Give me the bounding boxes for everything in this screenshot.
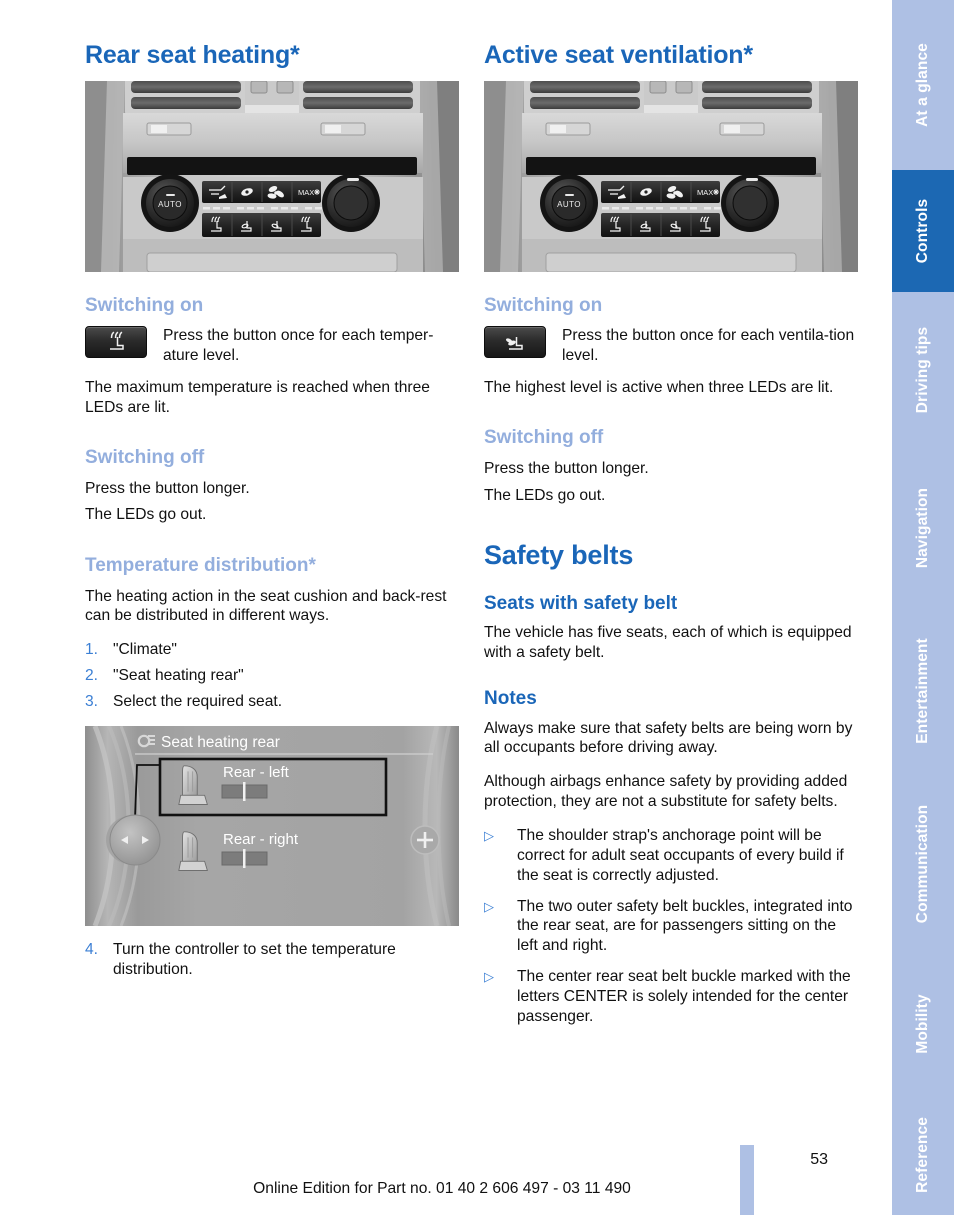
seat-heating-button-icon (85, 326, 147, 359)
list-item: 3. Select the required seat. (85, 692, 459, 712)
tab-label: Communication (914, 804, 931, 924)
switching-off-line2-left: The LEDs go out. (85, 506, 207, 524)
svg-text:AUTO: AUTO (557, 200, 581, 209)
idrive-item-label-2: Rear - right (223, 831, 299, 848)
notes-paragraph-1: Always make sure that safety belts are b… (484, 719, 853, 757)
footer-edition-note: Online Edition for Part no. 01 40 2 606 … (253, 1180, 631, 1197)
switching-off-line2-right: The LEDs go out. (484, 486, 606, 504)
seats-with-safety-belt-body: The vehicle has five seats, each of whic… (484, 624, 852, 662)
step-text: "Seat heating rear" (113, 667, 244, 684)
switching-on-icon-row-right: Press the button once for each ventila-t… (484, 326, 858, 365)
svg-text:AUTO: AUTO (158, 200, 182, 209)
triangle-bullet-icon: ▷ (484, 828, 494, 844)
tab-label: Controls (914, 198, 931, 264)
list-item: 4. Turn the controller to set the temper… (85, 940, 459, 980)
idrive-screen-illustration: Seat heating rear Rear - left Rear - rig… (85, 725, 459, 926)
idrive-item-label-1: Rear - left (223, 764, 290, 781)
switching-off-line1-right: Press the button longer. (484, 459, 649, 477)
page-number: 53 (810, 1151, 828, 1168)
step-number: 4. (85, 940, 99, 958)
tab-label: Driving tips (914, 326, 931, 414)
seat-ventilation-button-icon (484, 326, 546, 359)
tab-label: At a glance (914, 43, 931, 127)
step-number: 1. (85, 641, 99, 659)
page-title-rear-seat-heating: Rear seat heating* (85, 41, 300, 69)
temperature-distribution-steps-continued: 4. Turn the controller to set the temper… (85, 940, 459, 980)
heading-switching-on-left: Switching on (85, 295, 204, 317)
switching-on-icon-text-right: Press the button once for each ventila-t… (562, 327, 855, 364)
tab-controls[interactable]: Controls (885, 170, 954, 292)
step-text: Select the required seat. (113, 692, 283, 710)
figure-idrive-seat-heating-rear: Seat heating rear Rear - left Rear - rig… (85, 725, 459, 926)
climate-console-illustration: AUTO MAX (85, 81, 459, 273)
heading-switching-off-left: Switching off (85, 446, 205, 468)
section-title-safety-belts: Safety belts (484, 540, 634, 571)
step-text: Turn the controller to set the temperatu… (113, 940, 396, 978)
step-number: 3. (85, 692, 99, 710)
heading-notes: Notes (484, 687, 537, 709)
heading-temperature-distribution: Temperature distribution* (85, 554, 316, 576)
tab-communication[interactable]: Communication (885, 774, 954, 954)
switching-on-icon-row-left: Press the button once for each temper-at… (85, 326, 459, 365)
left-column: Rear seat heating* AUTO MAX Switching on… (85, 42, 459, 986)
tab-driving-tips[interactable]: Driving tips (885, 292, 954, 448)
tab-label: Entertainment (914, 638, 931, 744)
tab-entertainment[interactable]: Entertainment (885, 608, 954, 774)
figure-rear-climate-panel-ventilation: AUTO MAX (484, 81, 858, 273)
idrive-menu-title: Seat heating rear (161, 734, 280, 751)
temperature-distribution-intro: The heating action in the seat cushion a… (85, 587, 447, 625)
tab-navigation[interactable]: Navigation (885, 448, 954, 608)
notes-paragraph-2: Although airbags enhance safety by provi… (484, 772, 848, 810)
list-item: ▷ The center rear seat belt buckle marke… (484, 967, 858, 1026)
heading-switching-off-right: Switching off (484, 427, 604, 449)
page-title-active-seat-ventilation: Active seat ventilation* (484, 41, 753, 69)
switching-off-line1-left: Press the button longer. (85, 479, 250, 497)
switching-on-body-left: The maximum temperature is reached when … (85, 379, 430, 417)
figure-rear-climate-panel-heating: AUTO MAX (85, 81, 459, 273)
list-item: 1. "Climate" (85, 640, 459, 660)
list-item: ▷ The two outer safety belt buckles, int… (484, 897, 858, 956)
tab-at-a-glance[interactable]: At a glance (885, 0, 954, 170)
max-ac-icon: MAX (298, 188, 314, 197)
step-number: 2. (85, 667, 99, 684)
right-column: Active seat ventilation* AUTO MAX Switch… (484, 42, 858, 1037)
triangle-bullet-icon: ▷ (484, 898, 494, 914)
heading-switching-on-right: Switching on (484, 295, 603, 317)
switching-on-icon-text-left: Press the button once for each temper-at… (163, 327, 434, 364)
tab-label: Reference (914, 1116, 931, 1193)
tab-reference[interactable]: Reference (885, 1094, 954, 1215)
step-text: "Climate" (113, 641, 177, 659)
switching-on-body-right: The highest level is active when three L… (484, 379, 834, 397)
bullet-text: The shoulder strap's anchorage point wil… (517, 827, 844, 884)
temperature-distribution-steps: 1. "Climate" 2. "Seat heating rear" 3. S… (85, 640, 459, 712)
list-item: 2. "Seat heating rear" (85, 666, 459, 686)
heading-seats-with-safety-belt: Seats with safety belt (484, 592, 678, 614)
tab-label: Navigation (914, 487, 931, 569)
safety-belt-bullet-list: ▷ The shoulder strap's anchorage point w… (484, 826, 858, 1026)
seat-ventilation-glyph (506, 337, 523, 350)
bullet-text: The two outer safety belt buckles, integ… (517, 897, 853, 955)
triangle-bullet-icon: ▷ (484, 968, 494, 984)
bullet-text: The center rear seat belt buckle marked … (517, 967, 851, 1025)
section-tab-rail: At a glance Controls Driving tips Naviga… (885, 0, 954, 1215)
tab-label: Mobility (914, 994, 931, 1054)
climate-console-illustration-2: AUTO MAX (484, 81, 858, 273)
list-item: ▷ The shoulder strap's anchorage point w… (484, 826, 858, 885)
seat-heating-glyph (110, 331, 124, 350)
manual-page: At a glance Controls Driving tips Naviga… (0, 0, 954, 1215)
max-ac-icon: MAX (697, 188, 713, 197)
tab-mobility[interactable]: Mobility (885, 954, 954, 1094)
